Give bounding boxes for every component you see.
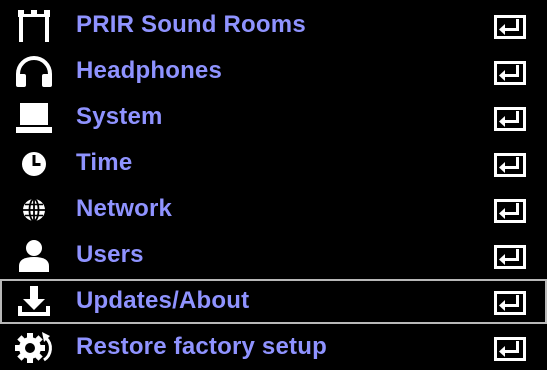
- enter-icon[interactable]: [494, 61, 526, 85]
- enter-icon[interactable]: [494, 153, 526, 177]
- menu-item-label: System: [76, 103, 163, 130]
- download-icon: [14, 284, 54, 318]
- menu-item-label: Users: [76, 241, 144, 268]
- menu-item-label: Restore factory setup: [76, 333, 327, 360]
- enter-icon[interactable]: [494, 199, 526, 223]
- gear-reset-icon: [14, 330, 54, 364]
- enter-icon[interactable]: [494, 245, 526, 269]
- menu-item-label: Network: [76, 195, 173, 222]
- enter-icon[interactable]: [494, 337, 526, 361]
- globe-icon: [14, 192, 54, 226]
- clock-icon: [14, 146, 54, 180]
- headphones-icon: [14, 54, 54, 88]
- menu-item-label: Updates/About: [76, 287, 250, 314]
- menu-item-restore-factory-setup[interactable]: Restore factory setup: [0, 325, 547, 370]
- settings-menu: PRIR Sound Rooms Headphones System Time …: [0, 0, 547, 364]
- user-icon: [14, 238, 54, 272]
- menu-item-users[interactable]: Users: [0, 233, 547, 278]
- menu-item-headphones[interactable]: Headphones: [0, 49, 547, 94]
- enter-icon[interactable]: [494, 15, 526, 39]
- laptop-icon: [14, 100, 54, 134]
- menu-item-time[interactable]: Time: [0, 141, 547, 186]
- menu-item-prir-sound-rooms[interactable]: PRIR Sound Rooms: [0, 3, 547, 48]
- enter-icon[interactable]: [494, 107, 526, 131]
- menu-item-updates-about[interactable]: Updates/About: [0, 279, 547, 324]
- menu-item-network[interactable]: Network: [0, 187, 547, 232]
- menu-item-label: PRIR Sound Rooms: [76, 11, 306, 38]
- menu-item-label: Time: [76, 149, 133, 176]
- menu-item-label: Headphones: [76, 57, 223, 84]
- enter-icon[interactable]: [494, 291, 526, 315]
- sound-rooms-icon: [14, 8, 54, 42]
- menu-item-system[interactable]: System: [0, 95, 547, 140]
